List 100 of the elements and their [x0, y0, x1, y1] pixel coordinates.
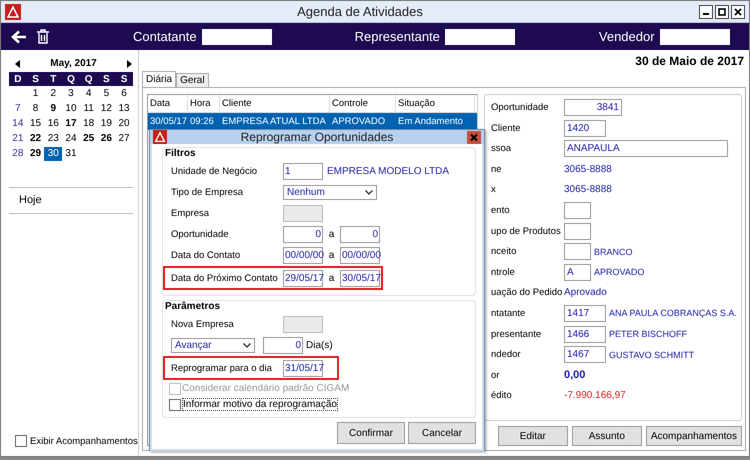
checkbox[interactable] — [15, 435, 27, 447]
app-icon — [5, 4, 21, 20]
dropdown[interactable]: Nenhum — [283, 184, 377, 200]
input-field[interactable] — [283, 316, 323, 332]
range-separator: a — [328, 272, 336, 284]
calendar-day[interactable]: 8 — [26, 102, 44, 116]
calendar-day[interactable]: 23 — [44, 132, 62, 146]
trash-icon[interactable] — [37, 29, 49, 44]
field-value: 0,00 — [564, 369, 586, 382]
input-field[interactable]: A — [564, 264, 591, 281]
calendar-day[interactable]: 17 — [62, 116, 80, 130]
action-button[interactable]: Assunto — [572, 426, 642, 446]
calendar-day[interactable]: 22 — [26, 132, 44, 146]
input-field[interactable]: 1420 — [564, 120, 606, 137]
calendar-day[interactable]: 6 — [115, 86, 133, 100]
field-description: EMPRESA MODELO LTDA — [327, 166, 450, 176]
calendar-day[interactable]: 26 — [98, 132, 116, 146]
field-label: Empresa — [171, 208, 210, 218]
calendar-day[interactable]: 14 — [9, 116, 27, 130]
dialog-button[interactable]: Cancelar — [408, 422, 476, 444]
action-button[interactable]: Acompanhamentos — [646, 426, 742, 446]
filter-field[interactable] — [202, 28, 272, 44]
group-title: Filtros — [165, 148, 196, 159]
weekday-label: S — [120, 74, 128, 84]
calendar-day[interactable]: 24 — [62, 132, 80, 146]
calendar-day[interactable]: 16 — [44, 116, 62, 130]
input-field[interactable]: 1467 — [564, 346, 606, 364]
calendar-day[interactable]: 4 — [80, 86, 98, 100]
input-field[interactable]: 00/00/00 — [340, 246, 380, 264]
column-header[interactable]: Situação — [396, 95, 475, 112]
calendar-day[interactable]: 21 — [9, 132, 27, 146]
field-value: 3065-8888 — [564, 184, 612, 196]
filter-field[interactable] — [660, 28, 730, 44]
calendar-day[interactable]: 5 — [98, 86, 116, 100]
column-header[interactable]: Controle — [330, 95, 396, 112]
calendar-day[interactable]: 10 — [62, 102, 80, 116]
minimize-button[interactable] — [699, 4, 713, 18]
table-row[interactable]: 30/05/17 09:26 EMPRESA ATUAL LTDA APROVADO Em Andamento — [148, 113, 477, 130]
field-label: ssoa — [491, 143, 512, 154]
close-button[interactable] — [731, 4, 745, 18]
range-separator: a — [328, 228, 336, 240]
dialog-button[interactable]: Confirmar — [337, 422, 405, 444]
weekday-label: Q — [66, 74, 76, 84]
filter-field[interactable] — [444, 28, 515, 44]
calendar-day[interactable]: 3 — [62, 86, 80, 100]
input-field[interactable]: ANAPAULA — [564, 140, 728, 158]
checkbox[interactable] — [169, 398, 181, 410]
input-field[interactable]: 29/05/17 — [283, 270, 323, 286]
tab[interactable]: Geral — [176, 73, 209, 87]
calendar-day[interactable]: 20 — [115, 116, 133, 130]
calendar-day[interactable]: 1 — [26, 86, 44, 100]
input-field[interactable]: 00/00/00 — [283, 246, 323, 264]
column-header[interactable]: Data — [148, 95, 188, 112]
filter-label: Contatante — [133, 29, 197, 44]
calendar-day[interactable]: 28 — [9, 146, 27, 160]
action-button[interactable]: Editar — [498, 426, 568, 446]
input-field[interactable] — [564, 243, 591, 260]
filter-label: Representante — [354, 29, 440, 44]
previous-month-icon[interactable] — [15, 60, 20, 68]
calendar-day[interactable]: 12 — [98, 102, 116, 116]
calendar-day[interactable]: 11 — [80, 102, 98, 116]
calendar-day[interactable]: 31 — [62, 146, 80, 160]
calendar-day[interactable]: 25 — [80, 132, 98, 146]
calendar-day[interactable]: 18 — [80, 116, 98, 130]
calendar-day[interactable]: 29 — [26, 146, 44, 160]
calendar-day[interactable]: 7 — [9, 102, 27, 116]
today-link[interactable]: Hoje — [19, 194, 42, 206]
calendar-day[interactable]: 19 — [98, 116, 116, 130]
input-field[interactable]: 1417 — [564, 304, 606, 322]
field-label: Tipo de Empresa — [171, 186, 244, 198]
calendar-day[interactable]: 27 — [115, 132, 133, 146]
calendar-day[interactable]: 13 — [115, 102, 133, 116]
field-label: ntatante — [491, 308, 526, 319]
back-arrow-icon[interactable] — [11, 30, 27, 44]
input-field[interactable] — [283, 204, 323, 222]
close-button[interactable] — [467, 130, 481, 144]
field-label: Nova Empresa — [171, 318, 235, 330]
input-field[interactable]: 0 — [283, 226, 323, 242]
column-header[interactable]: Cliente — [220, 95, 330, 112]
input-field[interactable]: 1466 — [564, 326, 606, 343]
calendar-day[interactable]: 9 — [44, 102, 62, 116]
calendar-day[interactable]: 2 — [44, 86, 62, 100]
input-field[interactable]: 31/05/17 — [283, 360, 323, 376]
field-label: ndedor — [491, 349, 522, 360]
input-field[interactable]: 0 — [340, 226, 380, 242]
input-field[interactable]: 0 — [263, 336, 303, 354]
tab[interactable]: Diária — [142, 71, 176, 87]
calendar-day[interactable]: 15 — [26, 116, 44, 130]
weekday-label: D — [13, 74, 22, 84]
input-field[interactable]: 3841 — [564, 99, 622, 116]
input-field[interactable]: 30/05/17 — [340, 270, 380, 286]
input-field[interactable]: 1 — [283, 162, 323, 180]
maximize-button[interactable] — [715, 4, 729, 18]
calendar-day[interactable]: 30 — [44, 146, 62, 160]
column-header[interactable]: Hora — [188, 95, 220, 112]
input-field[interactable] — [564, 202, 591, 219]
next-month-icon[interactable] — [126, 60, 132, 68]
field-label: Data do Contato — [171, 250, 242, 260]
dropdown[interactable]: Avançar — [171, 338, 255, 352]
input-field[interactable] — [564, 222, 591, 240]
